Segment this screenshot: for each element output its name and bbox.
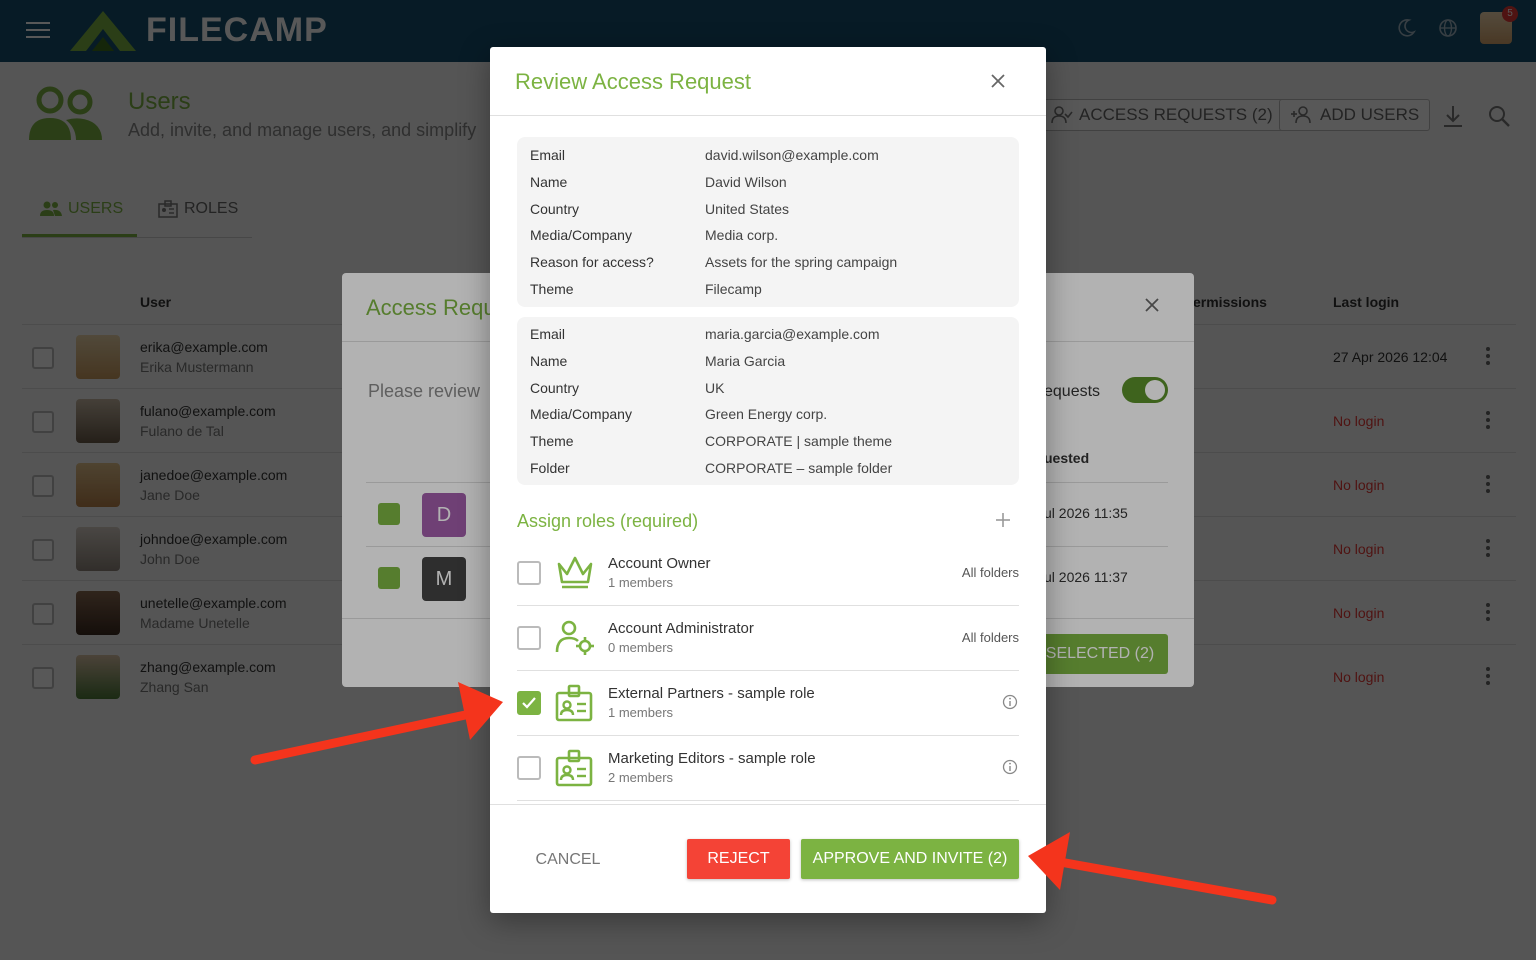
role-checkbox[interactable] [517, 756, 541, 780]
role-checkbox-checked[interactable] [517, 691, 541, 715]
role-checkbox[interactable] [517, 561, 541, 585]
divider [490, 115, 1046, 116]
role-members: 1 members [608, 705, 674, 720]
role-scope: All folders [961, 630, 1019, 645]
checkmark-icon [522, 697, 536, 709]
role-item-external-partners[interactable]: External Partners - sample role 1 member… [517, 671, 1019, 736]
request-card: Email maria.garcia@example.com Name Maria … [517, 317, 1019, 485]
role-name: Account Administrator [608, 620, 754, 637]
cancel-button[interactable]: CANCEL [526, 840, 610, 880]
role-item-account-owner[interactable]: Account Owner 1 members All folders [517, 541, 1019, 606]
role-item-marketing-editors[interactable]: Marketing Editors - sample role 2 member… [517, 736, 1019, 801]
user-gear-icon [555, 620, 594, 655]
role-item-account-administrator[interactable]: Account Administrator 0 members All fold… [517, 606, 1019, 671]
divider [490, 804, 1046, 805]
role-members: 0 members [608, 640, 674, 655]
role-members: 2 members [608, 770, 674, 785]
review-access-request-dialog: Review Access Request Email david.wilson@… [490, 47, 1046, 913]
request-card: Email david.wilson@example.com Name David … [517, 137, 1019, 307]
role-checkbox[interactable] [517, 626, 541, 650]
assign-roles-heading: Assign roles (required) [517, 511, 699, 531]
add-role-icon[interactable] [994, 511, 1012, 529]
close-icon[interactable] [988, 71, 1008, 91]
role-name: External Partners - sample role [608, 685, 815, 702]
id-badge-icon [555, 684, 593, 722]
role-scope: All folders [961, 565, 1019, 580]
id-badge-icon [555, 749, 593, 787]
info-icon[interactable] [1002, 694, 1018, 710]
crown-icon [557, 556, 593, 589]
info-icon[interactable] [1002, 759, 1018, 775]
role-name: Account Owner [608, 555, 711, 572]
role-members: 1 members [608, 575, 674, 590]
reject-button[interactable]: REJECT [687, 839, 790, 879]
role-name: Marketing Editors - sample role [608, 750, 816, 767]
dialog-title: Review Access Request [515, 69, 751, 94]
approve-and-invite-button[interactable]: APPROVE AND INVITE (2) [801, 839, 1019, 879]
